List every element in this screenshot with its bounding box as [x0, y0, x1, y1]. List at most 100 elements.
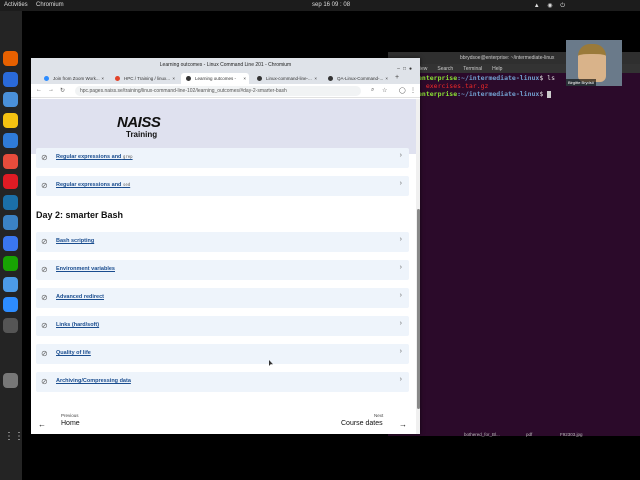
- firefox-icon[interactable]: [3, 51, 18, 66]
- tab-favicon-icon: [186, 76, 191, 81]
- trash-icon[interactable]: [3, 373, 18, 388]
- clock[interactable]: sep 16 09 : 08: [312, 2, 350, 8]
- thunderbird-icon[interactable]: [3, 71, 18, 87]
- terminal-icon[interactable]: [3, 317, 18, 333]
- paperclip-icon: ⊘: [41, 321, 48, 330]
- outcome-item[interactable]: ⊘ Regular expressions and sed ›: [36, 176, 409, 196]
- rhythmbox-icon[interactable]: [3, 112, 18, 128]
- search-icon[interactable]: ⌕: [371, 87, 374, 94]
- outcome-link[interactable]: Links (hard/soft): [56, 322, 99, 328]
- tab-label: HPC / Training / linux...: [124, 76, 171, 81]
- arrow-right-icon[interactable]: →: [399, 420, 407, 429]
- browser-toolbar: ← → ↻ hpc.pages.naiss.se/training/linux-…: [31, 84, 420, 98]
- prompt-path: :~/intermediate-linux: [457, 90, 540, 98]
- outcome-item[interactable]: ⊘ Quality of life ›: [36, 344, 409, 364]
- profile-icon[interactable]: ◯: [399, 87, 406, 94]
- desktop-file[interactable]: bothered_for_Bl...: [464, 432, 500, 437]
- outcome-item[interactable]: ⊘ Regular expressions and grep ›: [36, 148, 409, 168]
- outcome-link[interactable]: Archiving/Compressing data: [56, 378, 131, 384]
- software-icon[interactable]: [3, 153, 18, 169]
- desktop-file[interactable]: pdf: [526, 432, 532, 437]
- outcome-item[interactable]: ⊘ Bash scripting ›: [36, 232, 409, 252]
- chevron-right-icon: ›: [399, 236, 402, 243]
- window-title: Learning outcomes - Linux Command Line 2…: [159, 62, 292, 68]
- prompt-host: enterprise: [418, 90, 458, 98]
- presenter-name: Birgitte Brydsö: [566, 79, 597, 86]
- terminal-menu-item[interactable]: Search: [437, 66, 453, 72]
- outcome-item[interactable]: ⊘ Archiving/Compressing data ›: [36, 372, 409, 392]
- bookmark-icon[interactable]: ☆: [382, 87, 387, 94]
- notes-icon[interactable]: [3, 276, 18, 292]
- outcome-item[interactable]: ⊘ Links (hard/soft) ›: [36, 316, 409, 336]
- prompt-host: enterprise: [418, 74, 458, 82]
- terminal-window[interactable]: [388, 52, 640, 436]
- outcome-link[interactable]: Regular expressions and sed: [56, 182, 130, 188]
- tab-close-icon[interactable]: ×: [101, 76, 104, 81]
- new-tab-icon[interactable]: +: [395, 74, 399, 81]
- next-label: Next: [374, 413, 384, 418]
- desktop-files: bothered_for_Bl... pdf F92303.jpg: [388, 430, 640, 442]
- outcome-link[interactable]: Regular expressions and grep: [56, 154, 133, 160]
- back-icon[interactable]: ←: [36, 87, 42, 93]
- paperclip-icon: ⊘: [41, 349, 48, 358]
- paperclip-icon: ⊘: [41, 153, 48, 162]
- app-menu[interactable]: Chromium: [36, 2, 64, 8]
- address-bar[interactable]: hpc.pages.naiss.se/training/linux-comman…: [75, 86, 361, 96]
- tab-favicon-icon: [328, 76, 333, 81]
- tab-close-icon[interactable]: ×: [172, 76, 175, 81]
- browser-tab[interactable]: Learning outcomes - ×: [181, 73, 249, 84]
- scrollbar[interactable]: [416, 99, 420, 434]
- tab-favicon-icon: [115, 76, 120, 81]
- chevron-right-icon: ›: [399, 264, 402, 271]
- chromium-icon[interactable]: [3, 215, 18, 230]
- arrow-left-icon[interactable]: ←: [38, 420, 46, 429]
- outcome-link[interactable]: Quality of life: [56, 350, 91, 356]
- browser-window[interactable]: Learning outcomes - Linux Command Line 2…: [31, 58, 420, 434]
- next-link[interactable]: Course dates: [341, 420, 383, 427]
- menu-icon[interactable]: ⋮: [410, 87, 416, 94]
- top-bar: Activities Chromium sep 16 09 : 08 ▲ ◉ ⏻: [0, 0, 640, 11]
- activities-button[interactable]: Activities: [4, 2, 28, 8]
- tab-close-icon[interactable]: ×: [314, 76, 317, 81]
- terminal-menu-item[interactable]: Help: [492, 66, 502, 72]
- page-content[interactable]: NAISS Training Day 2: smarter Bash ← Pre…: [31, 99, 416, 434]
- browser-tab[interactable]: Linux-command-line-... ×: [252, 73, 320, 84]
- naiss-logo[interactable]: NAISS: [117, 114, 161, 131]
- libreoffice-icon[interactable]: [3, 256, 18, 271]
- outcome-item[interactable]: ⊘ Environment variables ›: [36, 260, 409, 280]
- outcome-link[interactable]: Advanced redirect: [56, 294, 104, 300]
- browser-titlebar[interactable]: Learning outcomes - Linux Command Line 2…: [31, 58, 420, 72]
- chevron-right-icon: ›: [399, 348, 402, 355]
- tab-close-icon[interactable]: ×: [385, 76, 388, 81]
- tab-favicon-icon: [257, 76, 262, 81]
- show-apps-icon[interactable]: ⋮⋮: [4, 431, 24, 445]
- webcam-overlay: Birgitte Brydsö: [566, 40, 622, 86]
- dock: ⋮⋮: [0, 11, 24, 480]
- previous-link[interactable]: Home: [61, 420, 80, 427]
- writer-icon[interactable]: [3, 133, 18, 148]
- steam-icon[interactable]: [3, 194, 18, 210]
- outcome-label: Archiving/Compressing data: [56, 378, 131, 384]
- outcome-label: Bash scripting: [56, 238, 95, 244]
- browser-tab[interactable]: QA-Linux-Command-... ×: [323, 73, 391, 84]
- files-icon[interactable]: [3, 92, 18, 107]
- signal-icon[interactable]: [3, 235, 18, 251]
- scrollbar-thumb[interactable]: [417, 209, 420, 409]
- tab-close-icon[interactable]: ×: [243, 76, 246, 81]
- browser-tab[interactable]: HPC / Training / linux... ×: [110, 73, 178, 84]
- outcome-link[interactable]: Environment variables: [56, 266, 115, 272]
- outcome-item[interactable]: ⊘ Advanced redirect ›: [36, 288, 409, 308]
- outcome-link[interactable]: Bash scripting: [56, 238, 94, 244]
- window-controls[interactable]: –□●: [397, 62, 415, 72]
- forward-icon[interactable]: →: [48, 87, 54, 93]
- browser-tab[interactable]: Join from Zoom Work... ×: [39, 73, 107, 84]
- chevron-right-icon: ›: [399, 152, 402, 159]
- terminal-menu-item[interactable]: Terminal: [463, 66, 482, 72]
- system-tray[interactable]: ▲ ◉ ⏻: [534, 2, 568, 10]
- help-icon[interactable]: [3, 174, 18, 189]
- desktop-file[interactable]: F92303.jpg: [560, 432, 583, 437]
- zoom-icon[interactable]: [3, 297, 18, 312]
- reload-icon[interactable]: ↻: [60, 87, 65, 94]
- previous-label: Previous: [61, 413, 79, 418]
- section-heading: Day 2: smarter Bash: [36, 210, 124, 220]
